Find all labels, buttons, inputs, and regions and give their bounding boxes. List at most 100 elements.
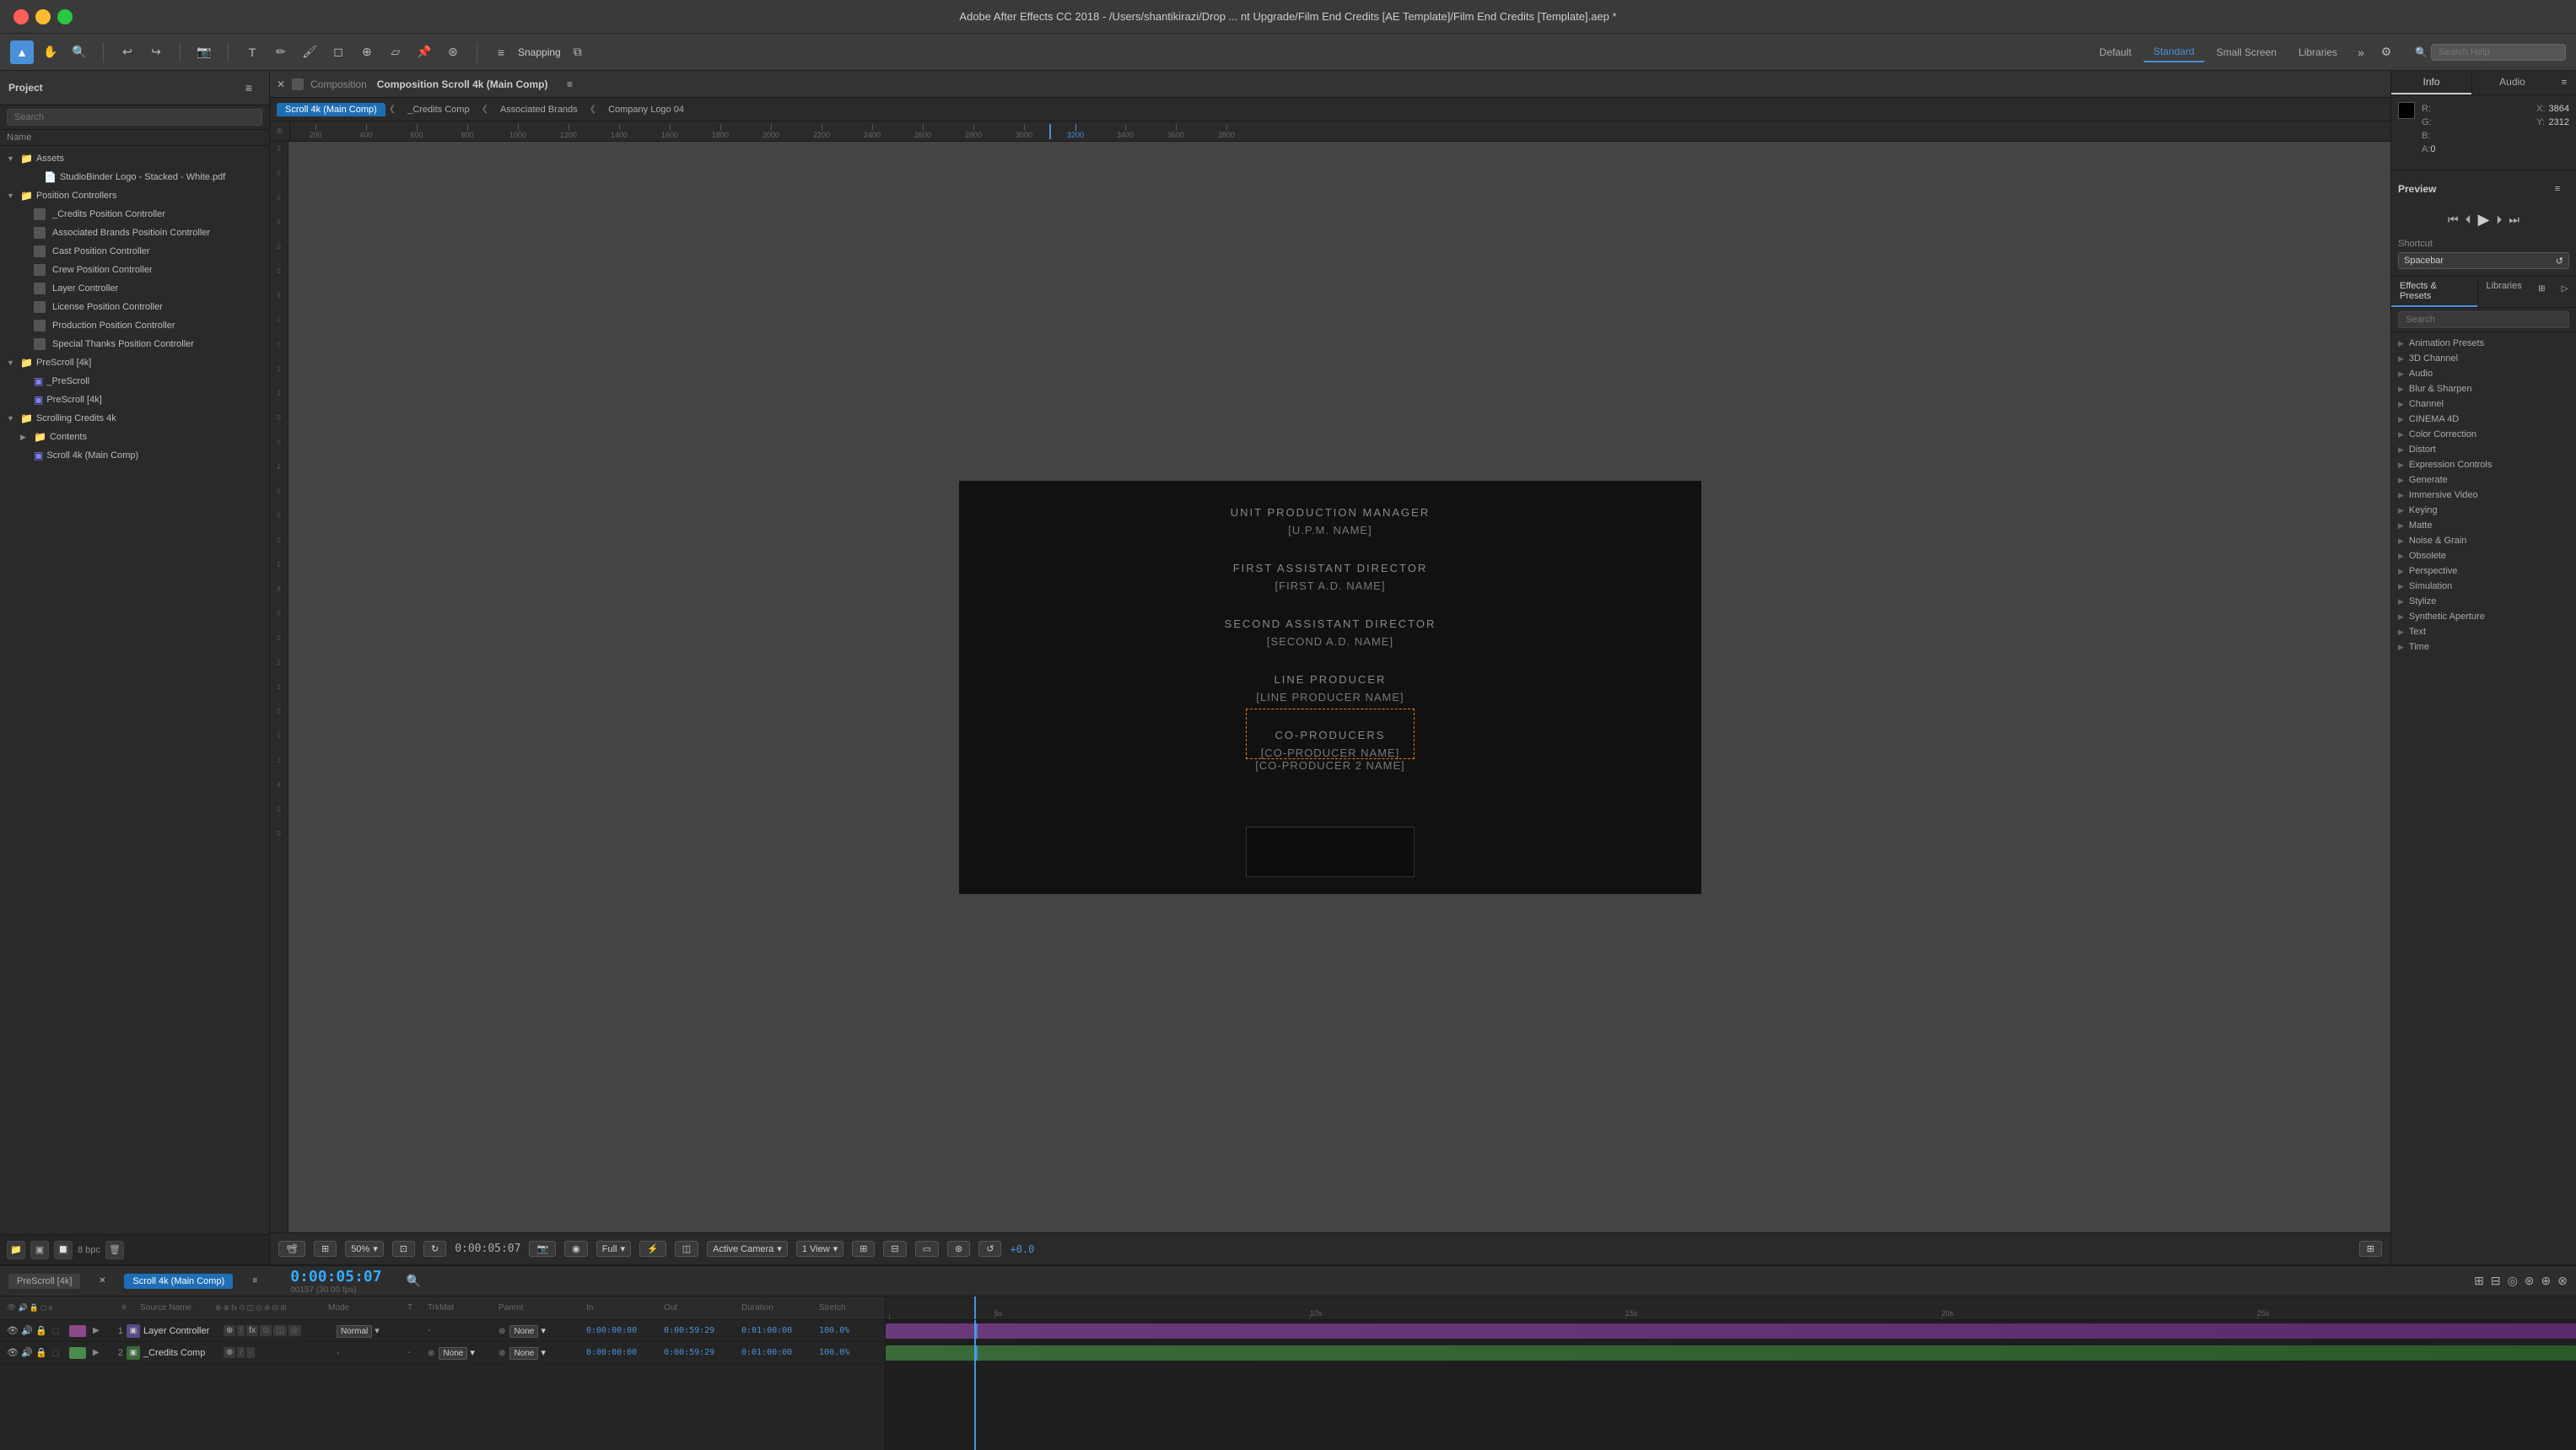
snapshot-btn[interactable]: 📷 <box>529 1241 556 1257</box>
expand-btn[interactable]: ⊞ <box>2359 1241 2382 1257</box>
info-menu-btn[interactable]: ≡ <box>2552 71 2576 94</box>
tree-item-cast-pos[interactable]: ▶ Cast Position Controller <box>0 242 269 261</box>
tl-ctrl-3[interactable]: ◎ <box>2508 1274 2518 1288</box>
comp-tab-logo[interactable]: Company Logo 04 <box>600 103 693 116</box>
fx-icon-1-4[interactable]: ⊙ <box>260 1325 272 1336</box>
timeline-search-btn[interactable]: 🔍 <box>402 1269 426 1293</box>
tree-item-prescroll-4k[interactable]: ▶ ▣ PreScroll [4k] <box>0 391 269 409</box>
comp-menu-btn[interactable]: ≡ <box>558 73 581 96</box>
snap-options[interactable]: ⧉ <box>566 40 590 64</box>
effects-presets-tab[interactable]: Effects & Presets <box>2391 277 2477 307</box>
tl-playhead-top[interactable] <box>974 1296 976 1319</box>
layer-2-parent-dropdown[interactable]: None <box>509 1347 538 1360</box>
workspace-default[interactable]: Default <box>2089 43 2142 62</box>
fast-preview-btn[interactable]: ⚡ <box>639 1241 666 1257</box>
new-item-btn[interactable]: 🔲 <box>54 1241 73 1259</box>
timeline-current-time[interactable]: 0:00:05:07 <box>290 1268 381 1286</box>
timeline-graph[interactable]: 5s 10s 15s 20s 25s <box>886 1296 2576 1450</box>
effect-color-correction[interactable]: ▶ Color Correction <box>2391 427 2576 442</box>
cycle-view-btn[interactable]: ↻ <box>423 1241 446 1257</box>
comp-tab-brands[interactable]: Associated Brands <box>492 103 586 116</box>
quality-dropdown[interactable]: Full ▾ <box>596 1241 631 1257</box>
preview-size-btn[interactable]: ⊡ <box>392 1241 415 1257</box>
fx-icon-1-2[interactable]: / <box>237 1325 245 1336</box>
effect-distort[interactable]: ▶ Distort <box>2391 442 2576 457</box>
layer-2-lock[interactable]: 🔒 <box>35 1347 47 1359</box>
search-input[interactable] <box>2431 44 2566 61</box>
hand-tool[interactable]: ✋ <box>39 40 62 64</box>
tree-item-license-pos[interactable]: ▶ License Position Controller <box>0 298 269 316</box>
timeline-tab-prescroll[interactable]: PreScroll [4k] <box>8 1274 80 1289</box>
timeline-tab-close-prescroll[interactable]: ✕ <box>90 1269 114 1293</box>
tree-item-studiobinder[interactable]: ▶ 📄 StudioBinder Logo - Stacked - White.… <box>0 168 269 186</box>
show-snapshot-btn[interactable]: ◉ <box>564 1241 588 1257</box>
tree-item-assets[interactable]: ▼ 📁 Assets <box>0 149 269 168</box>
effect-channel[interactable]: ▶ Channel <box>2391 396 2576 412</box>
effect-3d-channel[interactable]: ▶ 3D Channel <box>2391 351 2576 366</box>
tree-item-special-thanks[interactable]: ▶ Special Thanks Position Controller <box>0 335 269 353</box>
effect-stylize[interactable]: ▶ Stylize <box>2391 594 2576 609</box>
timeline-tab-scroll4k[interactable]: Scroll 4k (Main Comp) <box>124 1274 233 1289</box>
layer-1-audio[interactable]: 🔊 <box>21 1325 33 1337</box>
effect-cinema4d[interactable]: ▶ CINEMA 4D <box>2391 412 2576 427</box>
transparency-btn[interactable]: ◫ <box>675 1241 698 1257</box>
effects-search-input[interactable] <box>2398 311 2569 328</box>
effect-audio[interactable]: ▶ Audio <box>2391 366 2576 381</box>
project-tree[interactable]: ▼ 📁 Assets ▶ 📄 StudioBinder Logo - Stack… <box>0 146 269 1234</box>
shape-tool[interactable]: ▱ <box>384 40 407 64</box>
effect-keying[interactable]: ▶ Keying <box>2391 503 2576 518</box>
effect-time[interactable]: ▶ Time <box>2391 639 2576 655</box>
layer-1-lock[interactable]: 🔒 <box>35 1325 47 1337</box>
fx-icon-1-1[interactable]: ⊕ <box>224 1325 235 1336</box>
zoom-dropdown[interactable]: 50% ▾ <box>345 1241 384 1257</box>
ruler-btn[interactable]: ▭ <box>915 1241 939 1257</box>
puppet-tool[interactable]: ⊛ <box>441 40 465 64</box>
tree-item-prescroll-comp[interactable]: ▶ ▣ _PreScroll <box>0 372 269 391</box>
tl-ctrl-4[interactable]: ⊛ <box>2525 1274 2535 1288</box>
minimize-button[interactable] <box>35 9 51 24</box>
effect-animation-presets[interactable]: ▶ Animation Presets <box>2391 336 2576 351</box>
redo-tool[interactable]: ↪ <box>144 40 168 64</box>
layer-2-trkmat-dropdown[interactable]: None <box>439 1347 467 1360</box>
fx-icon-1-3[interactable]: fx <box>246 1325 258 1336</box>
delete-btn[interactable]: 🗑 <box>105 1241 124 1259</box>
workspace-more[interactable]: » <box>2349 40 2373 64</box>
comp-view[interactable]: 30060090012001500180021002400 UNIT PRODU… <box>270 142 2390 1232</box>
guides-btn[interactable]: ⊟ <box>883 1241 906 1257</box>
layer-1-mode-dropdown[interactable]: Normal <box>337 1325 372 1338</box>
resolution-btn[interactable]: ⊞ <box>314 1241 337 1257</box>
effect-simulation[interactable]: ▶ Simulation <box>2391 579 2576 594</box>
comp-tab-credits[interactable]: _Credits Comp <box>399 103 477 116</box>
fx-icon-1-6[interactable]: ◎ <box>288 1325 301 1336</box>
fx-icon-2-3[interactable]: - <box>246 1347 254 1358</box>
info-tab[interactable]: Info <box>2391 71 2471 94</box>
layer-1-shy[interactable]: ◻ <box>50 1325 62 1337</box>
effect-blur-sharpen[interactable]: ▶ Blur & Sharpen <box>2391 381 2576 396</box>
tl-ctrl-2[interactable]: ⊟ <box>2491 1274 2501 1288</box>
tree-item-scrolling-credits[interactable]: ▼ 📁 Scrolling Credits 4k <box>0 409 269 428</box>
effect-immersive-video[interactable]: ▶ Immersive Video <box>2391 488 2576 503</box>
comp-tab-scroll4k[interactable]: Scroll 4k (Main Comp) <box>277 103 385 116</box>
clone-tool[interactable]: ⊕ <box>355 40 379 64</box>
effects-expand-btn[interactable]: ▷ <box>2553 277 2576 300</box>
pen-tool[interactable]: ✏ <box>269 40 293 64</box>
close-button[interactable] <box>13 9 29 24</box>
step-back-btn[interactable]: ⏴ <box>2466 213 2471 227</box>
project-menu[interactable]: ≡ <box>237 76 261 100</box>
preview-menu-btn[interactable]: ≡ <box>2546 177 2569 201</box>
tl-ctrl-5[interactable]: ⊕ <box>2541 1274 2552 1288</box>
reset-btn[interactable]: ↺ <box>978 1241 1001 1257</box>
effect-generate[interactable]: ▶ Generate <box>2391 472 2576 488</box>
new-comp-btn[interactable]: ▣ <box>30 1241 49 1259</box>
tree-item-prod-pos[interactable]: ▶ Production Position Controller <box>0 316 269 335</box>
effect-perspective[interactable]: ▶ Perspective <box>2391 563 2576 579</box>
fx-icon-2-1[interactable]: ⊕ <box>224 1347 235 1358</box>
fullscreen-button[interactable] <box>57 9 73 24</box>
skip-back-btn[interactable]: ⏮ <box>2448 213 2459 227</box>
arrow-tool[interactable]: ▲ <box>10 40 34 64</box>
tree-item-position-controllers[interactable]: ▼ 📁 Position Controllers <box>0 186 269 205</box>
layer-row-1[interactable]: 👁 🔊 🔒 ◻ ▶ 1 ▣ Layer Controller ⊕ / fx ⊙ … <box>0 1320 885 1342</box>
project-search-input[interactable] <box>7 109 262 126</box>
snap-toggle[interactable]: ≡ <box>489 40 513 64</box>
eraser-tool[interactable]: ◻ <box>326 40 350 64</box>
